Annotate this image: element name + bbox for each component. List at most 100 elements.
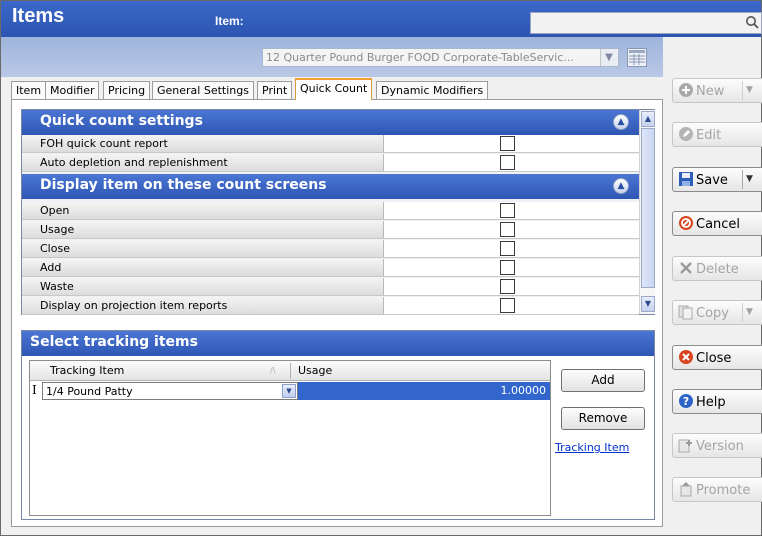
settings-row: Usage xyxy=(22,221,639,239)
settings-row: Add xyxy=(22,259,639,277)
tracking-items-panel: Select tracking items Tracking Item /\ U… xyxy=(21,330,655,520)
section-header-count-screens: Display item on these count screens ▲ xyxy=(22,174,639,199)
cancel-icon xyxy=(679,216,693,230)
window-title: Items xyxy=(12,5,65,27)
cancel-label: Cancel xyxy=(696,217,741,232)
remove-button[interactable]: Remove xyxy=(561,407,645,430)
quick-count-settings-panel: Quick count settings ▲ FOH quick count r… xyxy=(21,109,655,315)
version-icon xyxy=(678,439,692,453)
copy-icon xyxy=(678,305,693,320)
search-icon[interactable] xyxy=(745,15,759,29)
copy-label: Copy xyxy=(696,306,729,321)
tracking-grid: Tracking Item /\ Usage I 1/4 Pound Patty… xyxy=(29,360,551,516)
version-button[interactable]: Version xyxy=(672,433,762,458)
column-header-tracking-item[interactable]: Tracking Item xyxy=(50,364,124,377)
edit-label: Edit xyxy=(696,128,722,143)
save-dropdown-icon[interactable]: ▼ xyxy=(742,170,756,189)
tracking-header: Select tracking items xyxy=(22,331,654,356)
settings-row: Display on projection item reports xyxy=(22,297,639,315)
delete-button[interactable]: Delete xyxy=(672,256,762,281)
close-button[interactable]: Close xyxy=(672,345,762,370)
add-checkbox[interactable] xyxy=(500,260,515,275)
version-label: Version xyxy=(696,439,744,454)
table-row[interactable]: I 1/4 Pound Patty ▼ 1.00000 xyxy=(30,382,550,400)
settings-row: Open xyxy=(22,202,639,220)
usage-cell[interactable]: 1.00000 xyxy=(298,382,550,400)
row-label: Open xyxy=(22,202,384,219)
title-bar: Items xyxy=(1,1,762,37)
sort-icon: /\ xyxy=(270,366,276,375)
section-title: Display item on these count screens xyxy=(40,177,327,193)
row-label: Usage xyxy=(22,221,384,238)
auto-depletion-checkbox[interactable] xyxy=(500,155,515,170)
row-label: Add xyxy=(22,259,384,276)
tab-general-settings[interactable]: General Settings xyxy=(152,81,254,99)
open-checkbox[interactable] xyxy=(500,203,515,218)
plus-icon xyxy=(679,83,693,97)
pencil-icon xyxy=(679,127,693,141)
close-label: Close xyxy=(696,351,732,366)
settings-row: FOH quick count report xyxy=(22,135,639,153)
settings-row: Auto depletion and replenishment xyxy=(22,154,639,172)
tab-item[interactable]: Item xyxy=(11,81,47,99)
chevron-down-icon[interactable]: ▼ xyxy=(282,384,296,398)
settings-row: Close xyxy=(22,240,639,258)
chevron-down-icon[interactable]: ▼ xyxy=(600,49,617,66)
new-label: New xyxy=(696,84,725,99)
copy-button[interactable]: Copy ▼ xyxy=(672,300,762,325)
grid-header: Tracking Item /\ Usage xyxy=(30,361,550,381)
collapse-icon[interactable]: ▲ xyxy=(613,178,629,194)
help-button[interactable]: ? Help xyxy=(672,389,762,414)
edit-button[interactable]: Edit xyxy=(672,122,762,147)
settings-row: Waste xyxy=(22,278,639,296)
tab-pricing[interactable]: Pricing xyxy=(103,81,151,99)
help-label: Help xyxy=(696,395,726,410)
floppy-icon xyxy=(679,172,693,186)
usage-checkbox[interactable] xyxy=(500,222,515,237)
row-label: FOH quick count report xyxy=(22,135,384,152)
section-header-quick-count: Quick count settings ▲ xyxy=(22,110,639,135)
scroll-up-icon[interactable]: ▲ xyxy=(641,111,655,127)
row-label: Waste xyxy=(22,278,384,295)
tab-quick-count[interactable]: Quick Count xyxy=(295,78,373,100)
new-button[interactable]: New ▼ xyxy=(672,78,762,103)
vertical-scrollbar[interactable]: ▲ ▼ xyxy=(639,110,655,314)
svg-text:?: ? xyxy=(683,395,689,408)
close-checkbox[interactable] xyxy=(500,241,515,256)
promote-icon xyxy=(680,482,692,497)
tab-print[interactable]: Print xyxy=(257,81,293,99)
save-button[interactable]: Save ▼ xyxy=(672,167,762,192)
section-title: Quick count settings xyxy=(40,113,203,129)
promote-label: Promote xyxy=(696,483,751,498)
tracking-item-select[interactable]: 1/4 Pound Patty ▼ xyxy=(42,382,298,400)
row-edit-marker: I xyxy=(32,383,37,397)
row-label: Auto depletion and replenishment xyxy=(22,154,384,171)
column-divider xyxy=(290,363,291,379)
save-label: Save xyxy=(696,173,728,188)
tab-modifier[interactable]: Modifier xyxy=(45,81,100,99)
search-input[interactable] xyxy=(530,12,762,34)
row-label: Display on projection item reports xyxy=(22,297,384,314)
collapse-icon[interactable]: ▲ xyxy=(613,114,629,130)
scroll-down-icon[interactable]: ▼ xyxy=(641,296,655,312)
foh-quick-count-checkbox[interactable] xyxy=(500,136,515,151)
tab-dynamic-modifiers[interactable]: Dynamic Modifiers xyxy=(376,81,489,99)
cancel-button[interactable]: Cancel xyxy=(672,211,762,236)
grid-icon[interactable] xyxy=(627,48,647,67)
x-icon xyxy=(680,262,692,274)
new-dropdown-icon[interactable]: ▼ xyxy=(742,81,756,100)
delete-label: Delete xyxy=(696,262,739,277)
column-header-usage[interactable]: Usage xyxy=(298,364,332,377)
tracking-item-link[interactable]: Tracking Item xyxy=(555,441,629,454)
item-select[interactable]: 12 Quarter Pound Burger FOOD Corporate-T… xyxy=(262,48,619,67)
projection-reports-checkbox[interactable] xyxy=(500,298,515,313)
add-button[interactable]: Add xyxy=(561,369,645,392)
item-selector-label: Item: xyxy=(215,14,244,28)
scroll-thumb[interactable] xyxy=(641,128,655,288)
waste-checkbox[interactable] xyxy=(500,279,515,294)
copy-dropdown-icon[interactable]: ▼ xyxy=(742,303,756,322)
help-icon: ? xyxy=(679,394,693,408)
row-label: Close xyxy=(22,240,384,257)
close-icon xyxy=(679,350,693,364)
promote-button[interactable]: Promote xyxy=(672,477,762,502)
